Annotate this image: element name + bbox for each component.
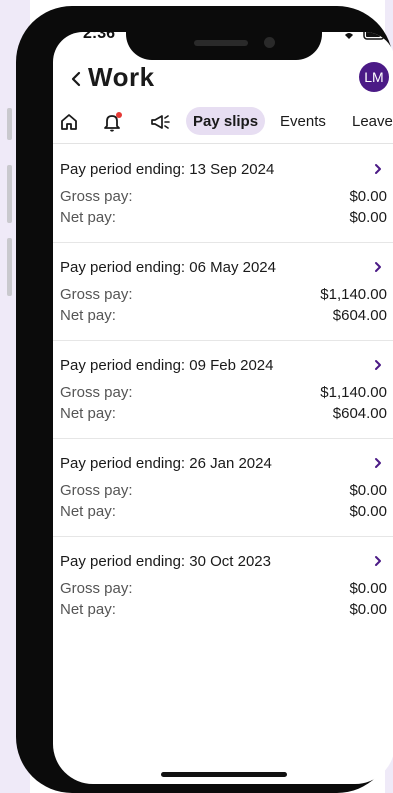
- tab-pay-slips[interactable]: Pay slips: [186, 107, 266, 135]
- header: Work LM: [53, 60, 393, 100]
- net-pay-value: $604.00: [332, 405, 387, 422]
- speaker-grille: [194, 40, 248, 46]
- tab-leave[interactable]: Leave: [352, 113, 393, 130]
- tab-home[interactable]: [57, 110, 81, 134]
- front-camera: [264, 37, 275, 48]
- gross-pay-value: $0.00: [349, 580, 387, 597]
- net-pay-label: Net pay:: [60, 601, 116, 618]
- tab-events[interactable]: Events: [280, 113, 326, 130]
- payslip-title: Pay period ending: 26 Jan 2024: [60, 455, 272, 472]
- payslip-row[interactable]: Pay period ending: 09 Feb 2024 Gross pay…: [53, 341, 393, 439]
- notification-dot: [116, 112, 122, 118]
- payslip-row[interactable]: Pay period ending: 30 Oct 2023 Gross pay…: [53, 537, 393, 635]
- chevron-left-icon: [71, 71, 81, 87]
- avatar[interactable]: LM: [359, 62, 389, 92]
- net-pay-label: Net pay:: [60, 307, 116, 324]
- net-pay-value: $0.00: [349, 601, 387, 618]
- net-pay-value: $0.00: [349, 209, 387, 226]
- gross-pay-value: $1,140.00: [320, 384, 387, 401]
- net-pay-label: Net pay:: [60, 503, 116, 520]
- volume-up-button: [7, 165, 12, 223]
- mute-switch: [7, 108, 12, 140]
- gross-pay-label: Gross pay:: [60, 580, 133, 597]
- back-button[interactable]: [64, 64, 88, 94]
- wifi-icon: [345, 33, 353, 39]
- payslip-row[interactable]: Pay period ending: 26 Jan 2024 Gross pay…: [53, 439, 393, 537]
- gross-pay-label: Gross pay:: [60, 384, 133, 401]
- home-icon: [61, 114, 77, 130]
- chevron-right-icon: [371, 552, 385, 570]
- gross-pay-value: $0.00: [349, 188, 387, 205]
- gross-pay-label: Gross pay:: [60, 482, 133, 499]
- payslip-title: Pay period ending: 09 Feb 2024: [60, 357, 274, 374]
- chevron-right-icon: [371, 356, 385, 374]
- status-time: 2:36: [83, 32, 116, 42]
- volume-down-button: [7, 238, 12, 296]
- payslip-list: Pay period ending: 13 Sep 2024 Gross pay…: [53, 145, 393, 635]
- gross-pay-label: Gross pay:: [60, 286, 133, 303]
- net-pay-value: $604.00: [332, 307, 387, 324]
- tab-notifications[interactable]: [101, 110, 125, 134]
- tab-bar: Pay slips Events Leave: [53, 104, 393, 144]
- gross-pay-value: $1,140.00: [320, 286, 387, 303]
- payslip-row[interactable]: Pay period ending: 13 Sep 2024 Gross pay…: [53, 145, 393, 243]
- page-title: Work: [88, 62, 155, 92]
- gross-pay-value: $0.00: [349, 482, 387, 499]
- payslip-row[interactable]: Pay period ending: 06 May 2024 Gross pay…: [53, 243, 393, 341]
- notch: [126, 16, 322, 60]
- chevron-right-icon: [371, 258, 385, 276]
- net-pay-label: Net pay:: [60, 209, 116, 226]
- phone-frame: 2:36 Work LM Pay slips Events Leave Pay …: [16, 6, 393, 793]
- battery-icon: [363, 32, 385, 40]
- chevron-right-icon: [371, 160, 385, 178]
- payslip-title: Pay period ending: 30 Oct 2023: [60, 553, 271, 570]
- bell-icon: [104, 112, 122, 132]
- payslip-title: Pay period ending: 13 Sep 2024: [60, 161, 275, 178]
- payslip-title: Pay period ending: 06 May 2024: [60, 259, 276, 276]
- status-icons: [341, 32, 387, 40]
- home-indicator[interactable]: [161, 772, 287, 777]
- net-pay-value: $0.00: [349, 503, 387, 520]
- net-pay-label: Net pay:: [60, 405, 116, 422]
- gross-pay-label: Gross pay:: [60, 188, 133, 205]
- app-screen: 2:36 Work LM Pay slips Events Leave Pay …: [53, 32, 393, 784]
- tab-announcements[interactable]: [148, 110, 172, 134]
- chevron-right-icon: [371, 454, 385, 472]
- megaphone-icon: [151, 115, 170, 129]
